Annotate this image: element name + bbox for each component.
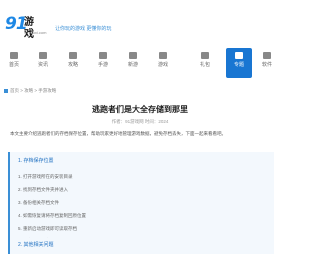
toc-heading: 1. 存档保存位置 <box>18 158 54 164</box>
guide-icon <box>69 52 77 59</box>
nav-item-mobile-game[interactable]: 手游 <box>90 48 116 78</box>
toc-line: 1. 打开游戏所在的安装目录 <box>18 174 73 179</box>
nav-label: 软件 <box>261 62 272 68</box>
site-header: 91 游戏 91youxi.com 让你玩的游戏 更懂你的玩 <box>0 0 280 46</box>
toc-line: 4. 如需恢复请将存档复制回原位置 <box>18 213 87 218</box>
nav-item-game[interactable]: 游戏 <box>150 48 176 78</box>
nav-item-gift[interactable]: 礼包 <box>192 48 218 78</box>
nav-label: 礼包 <box>199 62 210 68</box>
main-nav: 首页 资讯 攻略 手游 新游 游戏 礼包 专题 软件 <box>0 48 280 78</box>
nav-item-home[interactable]: 首页 <box>1 48 27 78</box>
software-icon <box>263 52 271 59</box>
logo-name: 游戏 <box>24 17 34 40</box>
gift-icon <box>201 52 209 59</box>
section-heading: 2. 其他相关问题 <box>8 238 274 252</box>
nav-label: 专题 <box>233 62 244 68</box>
site-logo[interactable]: 91 游戏 91youxi.com <box>5 14 46 40</box>
new-game-icon <box>129 52 137 59</box>
breadcrumb-text[interactable]: 首页 > 攻略 > 手游攻略 <box>10 88 56 93</box>
nav-label: 首页 <box>8 62 19 68</box>
nav-item-new-game[interactable]: 新游 <box>120 48 146 78</box>
article-title: 逃跑者们是大全存储到那里 <box>92 105 188 114</box>
news-icon <box>39 52 47 59</box>
nav-item-news[interactable]: 资讯 <box>30 48 56 78</box>
nav-label: 游戏 <box>157 62 168 68</box>
game-icon <box>159 52 167 59</box>
toc-line: 5. 重新启动游戏即可读取存档 <box>18 226 78 231</box>
home-icon <box>10 52 18 59</box>
nav-item-software[interactable]: 软件 <box>254 48 280 78</box>
nav-label: 资讯 <box>37 62 48 68</box>
toc-line: 3. 备份相关存档文件 <box>18 200 60 205</box>
topic-icon <box>235 52 243 59</box>
article-meta: 作者：91游戏网 时间：2024 <box>111 119 169 124</box>
nav-label: 手游 <box>97 62 108 68</box>
article-intro: 本文主要介绍逃跑者们的存档保存位置，帮助玩家更好地管理游戏数据，避免存档丢失，下… <box>10 131 226 136</box>
section-heading-text: 2. 其他相关问题 <box>18 242 54 248</box>
logo-subtext: 91youxi.com <box>24 30 47 35</box>
nav-item-topic[interactable]: 专题 <box>226 48 252 78</box>
nav-item-guide[interactable]: 攻略 <box>60 48 86 78</box>
home-icon <box>4 88 8 93</box>
header-slogan: 让你玩的游戏 更懂你的玩 <box>55 26 112 32</box>
toc-line: 2. 找到存档文件夹并进入 <box>18 187 69 192</box>
breadcrumb[interactable]: 首页 > 攻略 > 手游攻略 <box>4 88 56 94</box>
mobile-game-icon <box>99 52 107 59</box>
nav-label: 攻略 <box>67 62 78 68</box>
nav-label: 新游 <box>127 62 138 68</box>
